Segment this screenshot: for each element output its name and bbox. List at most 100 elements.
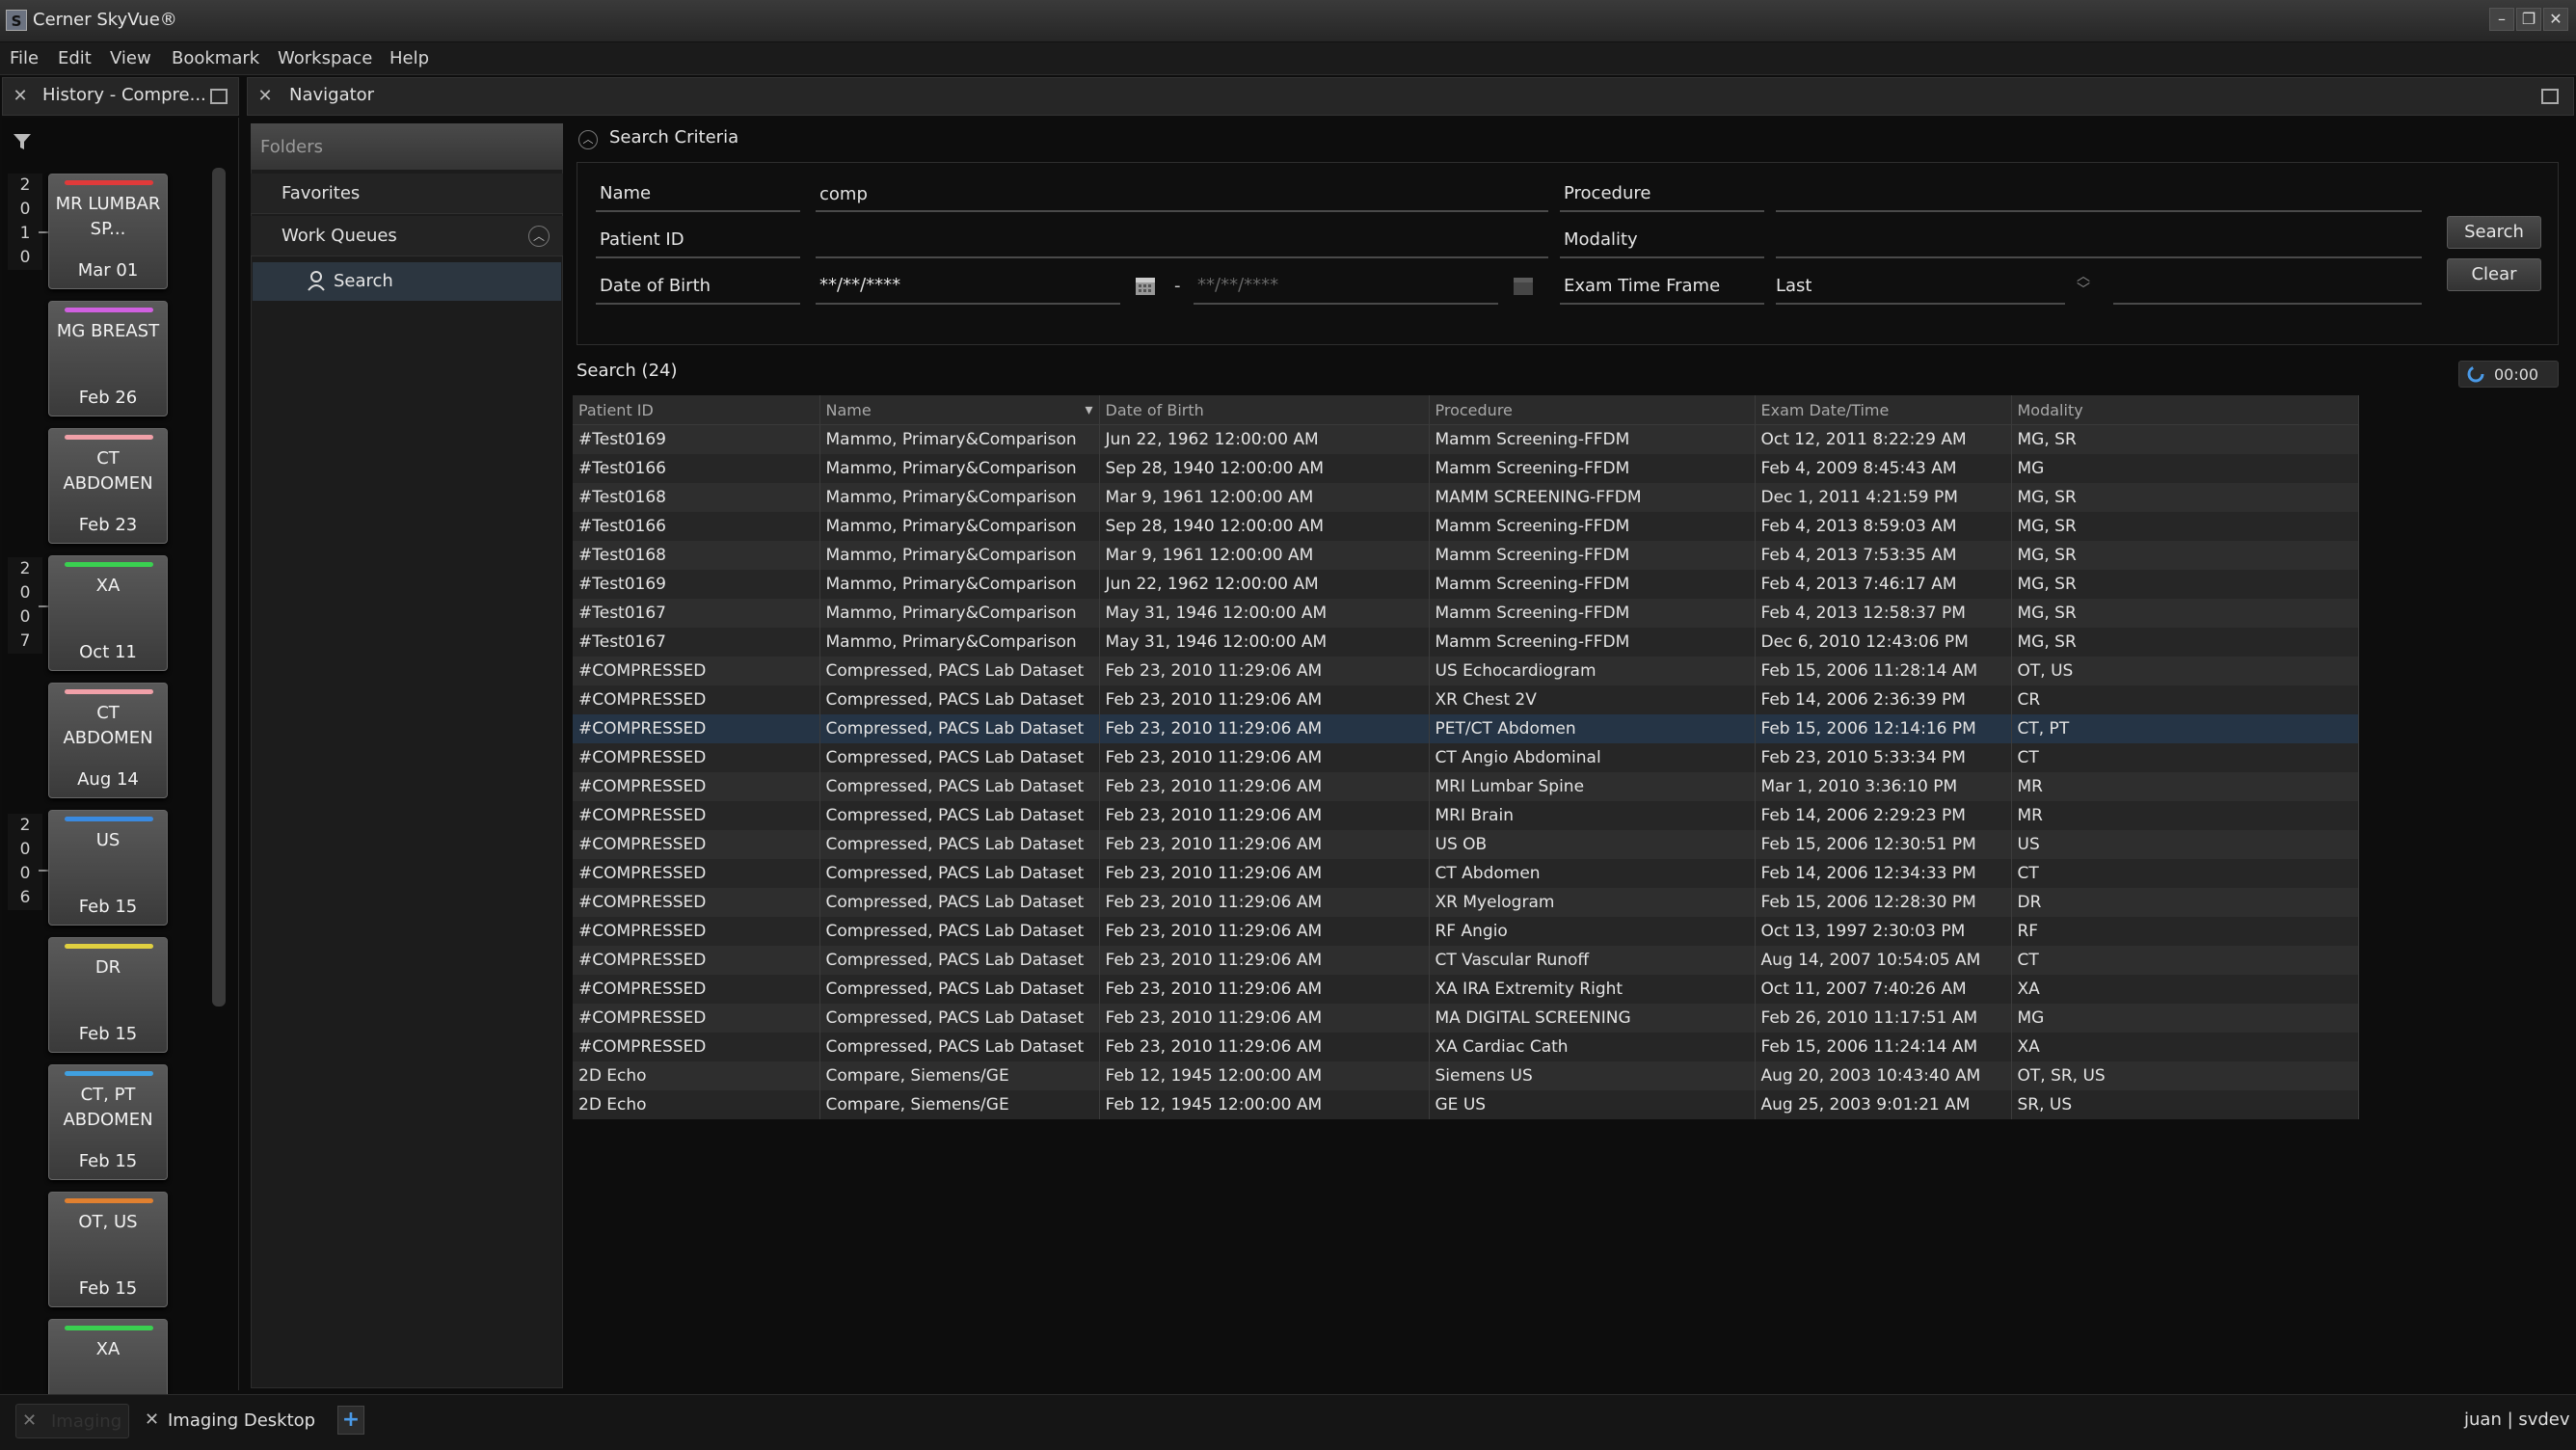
table-row[interactable]: #COMPRESSED Compressed, PACS Lab Dataset F… bbox=[573, 917, 2359, 946]
study-thumbnail[interactable]: MR LUMBAR SP... Mar 01 bbox=[48, 174, 168, 289]
table-cell: MG, SR bbox=[2011, 628, 2359, 657]
table-cell: Compressed, PACS Lab Dataset bbox=[819, 743, 1100, 772]
tab-imaging-desktop[interactable]: ✕ Imaging Desktop bbox=[139, 1404, 332, 1438]
menu-file[interactable]: File bbox=[6, 46, 42, 70]
study-thumbnail[interactable]: CT ABDOMEN Aug 14 bbox=[48, 683, 168, 798]
column-header[interactable]: Patient ID bbox=[573, 395, 820, 425]
table-cell: Aug 25, 2003 9:01:21 AM bbox=[1755, 1090, 2012, 1119]
column-header[interactable]: Procedure bbox=[1429, 395, 1756, 425]
exam-time-last-value[interactable]: Last bbox=[1776, 276, 1812, 296]
folder-search[interactable]: Search bbox=[253, 262, 561, 301]
minimize-button[interactable]: – bbox=[2489, 8, 2514, 31]
table-row[interactable]: #COMPRESSED Compressed, PACS Lab Dataset F… bbox=[573, 743, 2359, 772]
table-cell: MG, SR bbox=[2011, 599, 2359, 628]
close-history-icon[interactable]: ✕ bbox=[10, 86, 31, 107]
table-row[interactable]: #Test0166 Mammo, Primary&Comparison Sep 28… bbox=[573, 454, 2359, 483]
study-thumbnail[interactable]: MG BREAST Feb 26 bbox=[48, 301, 168, 416]
study-thumbnail[interactable]: OT, US Feb 15 bbox=[48, 1192, 168, 1307]
table-row[interactable]: 2D Echo Compare, Siemens/GE Feb 12, 1945 1… bbox=[573, 1061, 2359, 1090]
table-row[interactable]: #COMPRESSED Compressed, PACS Lab Dataset F… bbox=[573, 685, 2359, 714]
dob-from-input[interactable] bbox=[819, 272, 1109, 297]
table-row[interactable]: #Test0169 Mammo, Primary&Comparison Jun 22… bbox=[573, 570, 2359, 599]
table-cell: Compressed, PACS Lab Dataset bbox=[819, 714, 1100, 743]
name-input[interactable] bbox=[819, 181, 1543, 206]
table-cell: #Test0169 bbox=[573, 570, 820, 599]
collapse-icon[interactable]: ︿ bbox=[528, 226, 550, 247]
table-row[interactable]: #Test0168 Mammo, Primary&Comparison Mar 9,… bbox=[573, 483, 2359, 512]
table-cell: #COMPRESSED bbox=[573, 917, 820, 946]
table-cell: Feb 12, 1945 12:00:00 AM bbox=[1099, 1061, 1430, 1090]
filter-icon[interactable] bbox=[12, 131, 33, 152]
folder-work-queues[interactable]: Work Queues ︿ bbox=[251, 216, 563, 256]
table-row[interactable]: #Test0167 Mammo, Primary&Comparison May 31… bbox=[573, 628, 2359, 657]
table-row[interactable]: #Test0166 Mammo, Primary&Comparison Sep 28… bbox=[573, 512, 2359, 541]
table-cell: Mamm Screening-FFDM bbox=[1429, 599, 1756, 628]
search-button[interactable]: Search bbox=[2447, 216, 2541, 249]
year-label-2006: 2006 bbox=[8, 814, 42, 910]
table-cell: #COMPRESSED bbox=[573, 1004, 820, 1033]
table-row[interactable]: #COMPRESSED Compressed, PACS Lab Dataset F… bbox=[573, 946, 2359, 975]
table-row[interactable]: #COMPRESSED Compressed, PACS Lab Dataset F… bbox=[573, 657, 2359, 685]
dob-to-input[interactable] bbox=[1197, 272, 1487, 297]
column-header[interactable]: Exam Date/Time bbox=[1755, 395, 2012, 425]
table-cell: XA Cardiac Cath bbox=[1429, 1033, 1756, 1061]
modality-input[interactable] bbox=[1780, 228, 2416, 253]
column-header[interactable]: Name ▾ bbox=[819, 395, 1100, 425]
table-row[interactable]: #Test0169 Mammo, Primary&Comparison Jun 22… bbox=[573, 424, 2359, 454]
clear-button[interactable]: Clear bbox=[2447, 258, 2541, 291]
menu-bookmark[interactable]: Bookmark bbox=[168, 46, 263, 70]
table-row[interactable]: 2D Echo Compare, Siemens/GE Feb 12, 1945 1… bbox=[573, 1090, 2359, 1119]
study-thumbnail[interactable]: XA Oct 11 bbox=[48, 555, 168, 671]
calendar-icon[interactable] bbox=[1512, 274, 1535, 301]
menu-workspace[interactable]: Workspace bbox=[274, 46, 376, 70]
table-cell: CT bbox=[2011, 946, 2359, 975]
column-header[interactable]: Modality bbox=[2011, 395, 2359, 425]
table-row[interactable]: #COMPRESSED Compressed, PACS Lab Dataset F… bbox=[573, 801, 2359, 830]
table-cell: Compressed, PACS Lab Dataset bbox=[819, 859, 1100, 888]
table-cell: 2D Echo bbox=[573, 1090, 820, 1119]
table-row[interactable]: #COMPRESSED Compressed, PACS Lab Dataset F… bbox=[573, 975, 2359, 1004]
study-thumbnail[interactable]: US Feb 15 bbox=[48, 810, 168, 926]
menu-help[interactable]: Help bbox=[386, 46, 433, 70]
table-cell: Sep 28, 1940 12:00:00 AM bbox=[1099, 454, 1430, 483]
menu-edit[interactable]: Edit bbox=[54, 46, 95, 70]
add-tab-icon[interactable]: + bbox=[337, 1406, 364, 1435]
procedure-input[interactable] bbox=[1780, 181, 2416, 206]
table-row[interactable]: #COMPRESSED Compressed, PACS Lab Dataset F… bbox=[573, 859, 2359, 888]
maximize-history-icon[interactable] bbox=[210, 89, 228, 104]
study-thumbnail[interactable]: CT, PT ABDOMEN Feb 15 bbox=[48, 1064, 168, 1180]
table-cell: #COMPRESSED bbox=[573, 772, 820, 801]
study-thumbnail[interactable]: CT ABDOMEN Feb 23 bbox=[48, 428, 168, 544]
table-row[interactable]: #COMPRESSED Compressed, PACS Lab Dataset F… bbox=[573, 1033, 2359, 1061]
history-scrollbar[interactable] bbox=[212, 168, 226, 1007]
table-row[interactable]: #COMPRESSED Compressed, PACS Lab Dataset F… bbox=[573, 888, 2359, 917]
calendar-icon[interactable] bbox=[1134, 274, 1157, 301]
table-row[interactable]: #Test0168 Mammo, Primary&Comparison Mar 9,… bbox=[573, 541, 2359, 570]
maximize-navigator-icon[interactable] bbox=[2541, 89, 2559, 104]
close-navigator-icon[interactable]: ✕ bbox=[255, 86, 276, 107]
table-row[interactable]: #COMPRESSED Compressed, PACS Lab Dataset F… bbox=[573, 714, 2359, 743]
tab-imaging[interactable]: ✕ Imaging bbox=[15, 1404, 129, 1438]
table-cell: RF Angio bbox=[1429, 917, 1756, 946]
spinner-icon[interactable]: ︿ ﹀ bbox=[2077, 270, 2090, 297]
table-row[interactable]: #COMPRESSED Compressed, PACS Lab Dataset F… bbox=[573, 830, 2359, 859]
table-row[interactable]: #COMPRESSED Compressed, PACS Lab Dataset F… bbox=[573, 1004, 2359, 1033]
table-row[interactable]: #COMPRESSED Compressed, PACS Lab Dataset F… bbox=[573, 772, 2359, 801]
table-cell: #COMPRESSED bbox=[573, 801, 820, 830]
close-tab-icon[interactable]: ✕ bbox=[22, 1410, 37, 1431]
table-row[interactable]: #Test0167 Mammo, Primary&Comparison May 31… bbox=[573, 599, 2359, 628]
close-window-button[interactable]: ✕ bbox=[2543, 8, 2568, 31]
column-header[interactable]: Date of Birth bbox=[1099, 395, 1430, 425]
patient-id-input[interactable] bbox=[819, 228, 1543, 253]
restore-button[interactable]: ❐ bbox=[2516, 8, 2541, 31]
folder-favorites[interactable]: Favorites bbox=[251, 174, 563, 214]
search-criteria-header[interactable]: ︿ Search Criteria bbox=[575, 123, 2561, 156]
menu-view[interactable]: View bbox=[106, 46, 155, 70]
refresh-timer[interactable]: 00:00 bbox=[2458, 361, 2559, 388]
table-cell: Compressed, PACS Lab Dataset bbox=[819, 888, 1100, 917]
refresh-icon bbox=[2467, 365, 2484, 387]
study-thumbnail[interactable]: DR Feb 15 bbox=[48, 937, 168, 1053]
close-tab-icon[interactable]: ✕ bbox=[145, 1410, 159, 1430]
table-cell: Jun 22, 1962 12:00:00 AM bbox=[1099, 570, 1430, 599]
collapse-criteria-icon[interactable]: ︿ bbox=[578, 130, 598, 149]
